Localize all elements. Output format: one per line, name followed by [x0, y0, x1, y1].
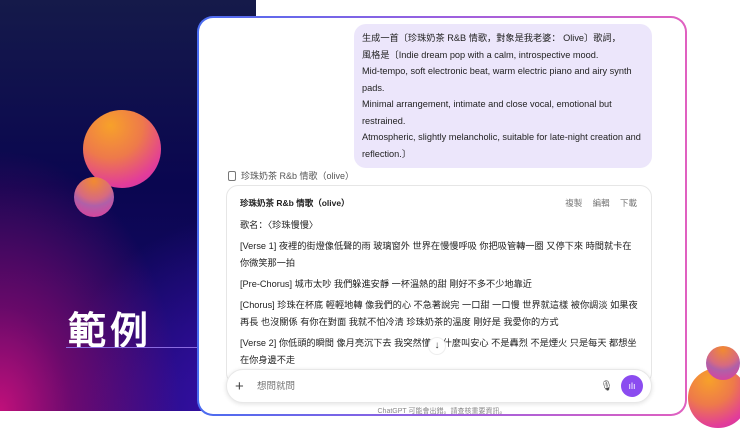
document-body: 歌名：〈珍珠慢慢〉 [Verse 1] 夜裡的街燈像低聲的雨 玻璃窗外 世界在慢…: [227, 209, 651, 381]
disclaimer-footer: ChatGPT 可能會出錯。請查核重要資訊。: [377, 408, 507, 414]
decorative-sphere-corner-small: [706, 346, 740, 380]
message-line: 風格是〔Indie dream pop with a calm, introsp…: [362, 49, 599, 60]
lyric-line: [Pre-Chorus] 城市太吵 我們躲進安靜 一杯溫熱的甜 剛好不多不少地靠…: [240, 279, 532, 289]
lyric-line: [Verse 1] 夜裡的街燈像低聲的雨 玻璃窗外 世界在慢慢呼吸 你把吸管轉一…: [240, 241, 632, 268]
decorative-sphere-small: [74, 177, 114, 217]
edit-button[interactable]: 編輯: [593, 198, 610, 208]
message-line: Minimal arrangement, intimate and close …: [362, 99, 612, 126]
message-line: 生成一首〔珍珠奶茶 R&B 情歌，對象是我老婆： Olive〕歌詞，: [362, 33, 621, 43]
lyric-line: [Chorus] 珍珠在杯底 輕輕地轉 像我們的心 不急著說完 一口甜 一口慢 …: [240, 300, 638, 327]
document-title: 珍珠奶茶 R&b 情歌（olive）: [240, 198, 350, 208]
scroll-down-button[interactable]: ↓: [428, 337, 446, 355]
title-underline: [66, 347, 198, 348]
canvas-doc-label[interactable]: 珍珠奶茶 R&b 情歌（olive）: [228, 169, 354, 182]
message-line: Atmospheric, slightly melancholic, suita…: [362, 132, 641, 159]
plus-icon[interactable]: +: [235, 378, 251, 395]
download-button[interactable]: 下載: [620, 198, 637, 208]
voice-mode-button[interactable]: ılı: [621, 375, 643, 397]
user-message-bubble: 生成一首〔珍珠奶茶 R&B 情歌，對象是我老婆： Olive〕歌詞， 風格是〔I…: [354, 24, 652, 168]
message-line: Mid-tempo, soft electronic beat, warm el…: [362, 66, 632, 93]
microphone-icon[interactable]: 🎙: [600, 381, 613, 392]
chat-window: 生成一首〔珍珠奶茶 R&B 情歌，對象是我老婆： Olive〕歌詞， 風格是〔I…: [197, 16, 687, 416]
chat-input-bar: + 🎙 ılı: [226, 369, 652, 403]
document-card: 珍珠奶茶 R&b 情歌（olive） 複製 編輯 下載 歌名：〈珍珠慢慢〉 [V…: [226, 185, 652, 385]
document-icon: [228, 170, 236, 181]
copy-button[interactable]: 複製: [565, 198, 582, 208]
chat-input[interactable]: [257, 380, 601, 392]
doc-label-text: 珍珠奶茶 R&b 情歌（olive）: [241, 171, 355, 181]
lyric-line: 歌名：〈珍珠慢慢〉: [240, 220, 319, 230]
